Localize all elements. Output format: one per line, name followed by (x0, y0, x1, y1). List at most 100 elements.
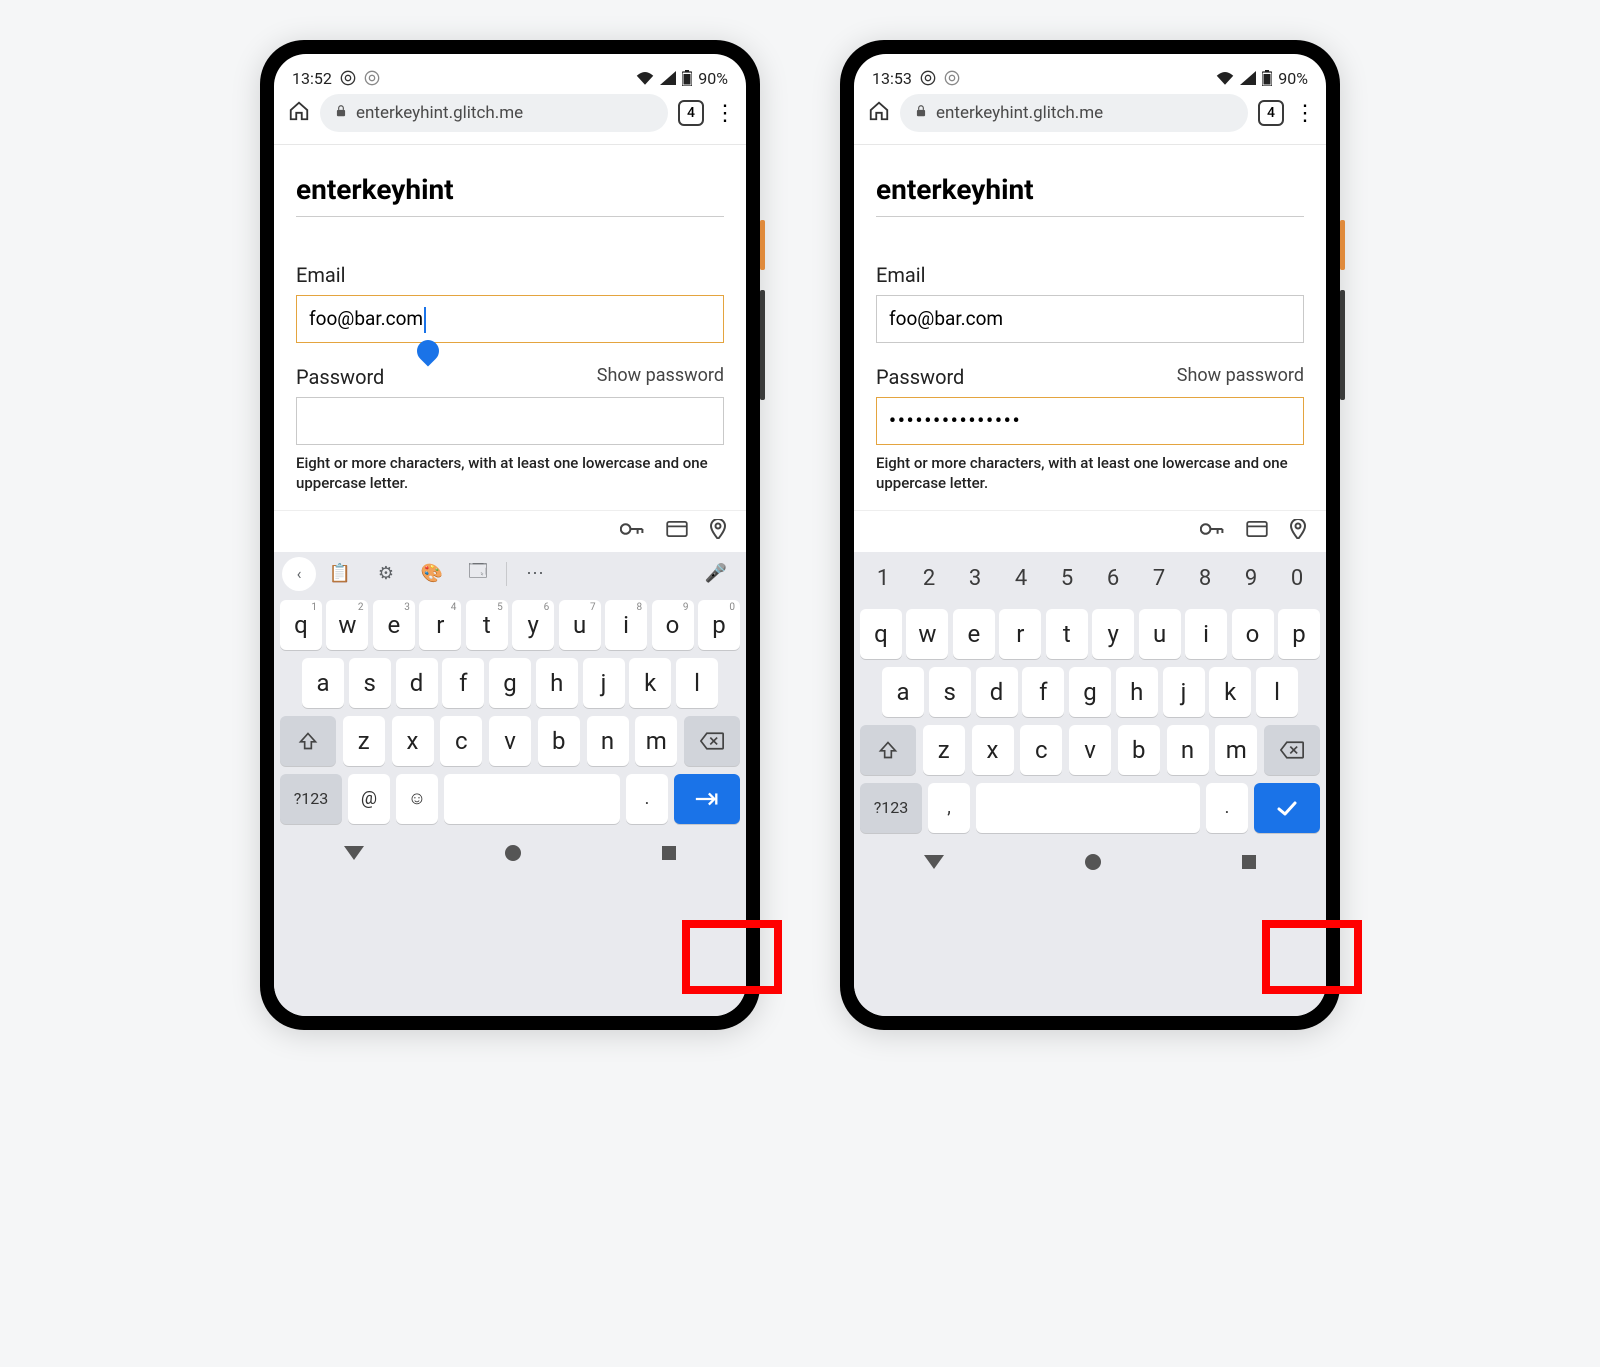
at-key[interactable]: @ (348, 774, 390, 824)
key-p[interactable]: p (1278, 609, 1320, 659)
key-x[interactable]: x (972, 725, 1014, 775)
enter-done-key[interactable] (1254, 783, 1320, 833)
nav-recent-icon[interactable] (662, 846, 676, 860)
key-i[interactable]: i (605, 600, 647, 650)
more-icon[interactable]: ⋯ (513, 563, 557, 584)
key-b[interactable]: b (538, 716, 580, 766)
key-g[interactable]: g (1069, 667, 1111, 717)
password-input[interactable] (296, 397, 724, 445)
period-key[interactable]: . (626, 774, 668, 824)
key-x[interactable]: x (392, 716, 434, 766)
key-l[interactable]: l (676, 658, 718, 708)
key-f[interactable]: f (1022, 667, 1064, 717)
shift-key[interactable] (860, 725, 916, 775)
key-v[interactable]: v (1069, 725, 1111, 775)
comma-key[interactable]: , (928, 783, 970, 833)
settings-gear-icon[interactable]: ⚙ (364, 563, 408, 584)
key-g[interactable]: g (489, 658, 531, 708)
power-button[interactable] (760, 220, 765, 270)
key-c[interactable]: c (1020, 725, 1062, 775)
key-h[interactable]: h (536, 658, 578, 708)
key-y[interactable]: y (512, 600, 554, 650)
key-k[interactable]: k (1209, 667, 1251, 717)
mic-off-icon[interactable]: 🎤 (694, 563, 738, 584)
key-q[interactable]: q (860, 609, 902, 659)
key-3[interactable]: 3 (952, 556, 998, 601)
key-n[interactable]: n (587, 716, 629, 766)
address-bar[interactable]: enterkeyhint.glitch.me (900, 94, 1248, 132)
tab-count[interactable]: 4 (678, 100, 704, 126)
address-bar[interactable]: enterkeyhint.glitch.me (320, 94, 668, 132)
key-o[interactable]: o (652, 600, 694, 650)
key-l[interactable]: l (1256, 667, 1298, 717)
key-6[interactable]: 6 (1090, 556, 1136, 601)
key-p[interactable]: p (698, 600, 740, 650)
overflow-menu-icon[interactable]: ⋮ (714, 101, 734, 126)
home-icon[interactable] (868, 100, 890, 126)
backspace-key[interactable] (684, 716, 740, 766)
key-8[interactable]: 8 (1182, 556, 1228, 601)
key-b[interactable]: b (1118, 725, 1160, 775)
sticker-icon[interactable]: 🗔 (456, 559, 500, 589)
key-a[interactable]: a (302, 658, 344, 708)
backspace-key[interactable] (1264, 725, 1320, 775)
key-r[interactable]: r (419, 600, 461, 650)
key-o[interactable]: o (1232, 609, 1274, 659)
key-z[interactable]: z (923, 725, 965, 775)
key-c[interactable]: c (440, 716, 482, 766)
show-password-toggle[interactable]: Show password (597, 365, 724, 389)
password-key-icon[interactable] (620, 521, 644, 541)
home-icon[interactable] (288, 100, 310, 126)
password-input[interactable]: ••••••••••••••• (876, 397, 1304, 445)
location-pin-icon[interactable] (710, 519, 726, 543)
key-e[interactable]: e (953, 609, 995, 659)
key-2[interactable]: 2 (906, 556, 952, 601)
key-5[interactable]: 5 (1044, 556, 1090, 601)
cursor-handle[interactable] (412, 335, 443, 366)
nav-home-icon[interactable] (505, 845, 521, 861)
key-j[interactable]: j (583, 658, 625, 708)
key-0[interactable]: 0 (1274, 556, 1320, 601)
payment-card-icon[interactable] (666, 521, 688, 541)
period-key[interactable]: . (1206, 783, 1248, 833)
key-7[interactable]: 7 (1136, 556, 1182, 601)
location-pin-icon[interactable] (1290, 519, 1306, 543)
key-s[interactable]: s (349, 658, 391, 708)
key-i[interactable]: i (1185, 609, 1227, 659)
key-4[interactable]: 4 (998, 556, 1044, 601)
key-v[interactable]: v (489, 716, 531, 766)
key-j[interactable]: j (1163, 667, 1205, 717)
key-u[interactable]: u (559, 600, 601, 650)
payment-card-icon[interactable] (1246, 521, 1268, 541)
spacebar-key[interactable] (976, 783, 1200, 833)
key-m[interactable]: m (635, 716, 677, 766)
shift-key[interactable] (280, 716, 336, 766)
key-m[interactable]: m (1215, 725, 1257, 775)
key-9[interactable]: 9 (1228, 556, 1274, 601)
key-w[interactable]: w (906, 609, 948, 659)
key-w[interactable]: w (326, 600, 368, 650)
tab-count[interactable]: 4 (1258, 100, 1284, 126)
power-button[interactable] (1340, 220, 1345, 270)
key-h[interactable]: h (1116, 667, 1158, 717)
nav-back-icon[interactable] (344, 846, 364, 860)
email-input[interactable]: foo@bar.com (296, 295, 724, 343)
key-t[interactable]: t (1046, 609, 1088, 659)
key-n[interactable]: n (1167, 725, 1209, 775)
key-f[interactable]: f (442, 658, 484, 708)
key-d[interactable]: d (396, 658, 438, 708)
symbols-key[interactable]: ?123 (860, 783, 922, 833)
key-q[interactable]: q (280, 600, 322, 650)
show-password-toggle[interactable]: Show password (1177, 365, 1304, 389)
email-input[interactable]: foo@bar.com (876, 295, 1304, 343)
nav-home-icon[interactable] (1085, 854, 1101, 870)
clipboard-icon[interactable]: 📋 (318, 563, 362, 584)
key-1[interactable]: 1 (860, 556, 906, 601)
key-y[interactable]: y (1092, 609, 1134, 659)
key-u[interactable]: u (1139, 609, 1181, 659)
palette-icon[interactable]: 🎨 (410, 563, 454, 584)
enter-next-key[interactable] (674, 774, 740, 824)
nav-recent-icon[interactable] (1242, 855, 1256, 869)
key-d[interactable]: d (976, 667, 1018, 717)
emoji-key[interactable]: ☺ (396, 774, 438, 824)
